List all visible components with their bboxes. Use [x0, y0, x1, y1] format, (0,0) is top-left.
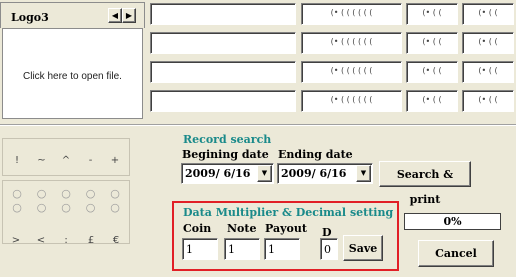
radio-options: (• ( ( [422, 37, 442, 46]
coin-input[interactable]: 1 [182, 238, 218, 260]
next-logo-button[interactable]: ▶ [122, 8, 136, 23]
radio-group-a[interactable]: (• ( ( ( ( ( ( [301, 90, 402, 112]
symbol-plus[interactable]: + [107, 155, 123, 166]
symbol-row: ! ~ ^ - + [9, 155, 123, 166]
prev-logo-button[interactable]: ◀ [108, 8, 122, 23]
radio-option[interactable]: ○ [9, 187, 25, 200]
symbol-colon[interactable]: : [58, 235, 74, 246]
radio-option[interactable]: ○ [107, 201, 123, 214]
end-date-value: 2009/ 6/16 [281, 167, 347, 180]
radio-options: (• ( ( [478, 66, 498, 75]
radio-options: (• ( ( [422, 95, 442, 104]
triangle-down-icon[interactable]: ▼ [257, 165, 272, 182]
symbol-euro[interactable]: € [108, 235, 124, 246]
radio-group-b[interactable]: (• ( ( [406, 90, 458, 112]
cancel-button[interactable]: Cancel [418, 240, 494, 267]
save-button[interactable]: Save [343, 235, 383, 261]
radio-group-a[interactable]: (• ( ( ( ( ( ( [301, 3, 402, 25]
caret-right-icon: ▶ [125, 11, 133, 20]
begin-date-picker[interactable]: 2009/ 6/16 ▼ [181, 163, 274, 184]
begin-date-value: 2009/ 6/16 [185, 167, 251, 180]
symbol-greater[interactable]: > [8, 235, 24, 246]
record-search-title: Record search [182, 133, 273, 146]
coin-label: Coin [183, 222, 212, 235]
radio-option[interactable]: ○ [83, 201, 99, 214]
symbol-row-bottom: > < : £ € [8, 235, 124, 246]
data-multiplier-title: Data Multiplier & Decimal setting [182, 206, 395, 219]
radio-option[interactable]: ○ [34, 201, 50, 214]
caret-left-icon: ◀ [111, 11, 119, 20]
open-file-area[interactable]: Click here to open file. [2, 28, 143, 119]
radio-group-a[interactable]: (• ( ( ( ( ( ( [301, 32, 402, 54]
radio-group-b[interactable]: (• ( ( [406, 61, 458, 83]
end-date-label: Ending date [278, 148, 353, 161]
radio-option[interactable]: ○ [9, 201, 25, 214]
radio-option[interactable]: ○ [58, 187, 74, 200]
symbol-pound[interactable]: £ [83, 235, 99, 246]
radio-options: (• ( ( ( ( ( ( [330, 95, 373, 104]
radio-options: (• ( ( [478, 8, 498, 17]
file-path-field[interactable] [150, 90, 296, 112]
file-path-field[interactable] [150, 61, 296, 83]
radio-options: (• ( ( ( ( ( ( [330, 8, 373, 17]
radio-row: ○ ○ ○ ○ ○ [9, 201, 123, 214]
radio-options: (• ( ( [478, 95, 498, 104]
radio-group-a[interactable]: (• ( ( ( ( ( ( [301, 61, 402, 83]
radio-group-c[interactable]: (• ( ( [462, 3, 514, 25]
begin-date-label: Begining date [182, 148, 269, 161]
radio-options: (• ( ( [422, 66, 442, 75]
triangle-down-icon[interactable]: ▼ [356, 165, 371, 182]
progress-text: 0% [443, 215, 462, 228]
payout-input[interactable]: 1 [264, 238, 300, 260]
end-date-picker[interactable]: 2009/ 6/16 ▼ [277, 163, 373, 184]
radio-options: (• ( ( ( ( ( ( [330, 66, 373, 75]
note-label: Note [227, 222, 257, 235]
radio-options: (• ( ( [422, 8, 442, 17]
radio-option[interactable]: ○ [34, 187, 50, 200]
logo-tab-label: Logo3 [11, 11, 49, 24]
symbol-exclaim[interactable]: ! [9, 155, 25, 166]
symbol-caret[interactable]: ^ [58, 155, 74, 166]
symbol-box-top: ! ~ ^ - + [2, 138, 130, 176]
radio-group-b[interactable]: (• ( ( [406, 3, 458, 25]
section-divider [0, 124, 516, 126]
decimal-input[interactable]: 0 [320, 238, 338, 260]
search-print-button[interactable]: Search & print [379, 161, 471, 206]
radio-group-c[interactable]: (• ( ( [462, 32, 514, 54]
radio-option[interactable]: ○ [58, 201, 74, 214]
note-input[interactable]: 1 [224, 238, 260, 260]
symbol-tilde[interactable]: ~ [34, 155, 50, 166]
radio-options: (• ( ( [478, 37, 498, 46]
file-path-field[interactable] [150, 32, 296, 54]
open-file-text: Click here to open file. [23, 71, 122, 82]
radio-group-c[interactable]: (• ( ( [462, 90, 514, 112]
symbol-less[interactable]: < [33, 235, 49, 246]
radio-group-c[interactable]: (• ( ( [462, 61, 514, 83]
progress-bar: 0% [404, 213, 501, 230]
radio-group-b[interactable]: (• ( ( [406, 32, 458, 54]
radio-option[interactable]: ○ [107, 187, 123, 200]
file-path-field[interactable] [150, 3, 296, 25]
radio-option[interactable]: ○ [83, 187, 99, 200]
logo-tab[interactable]: Logo3 ◀ ▶ [0, 2, 145, 28]
symbol-minus[interactable]: - [83, 155, 99, 166]
radio-row: ○ ○ ○ ○ ○ [9, 187, 123, 200]
payout-label: Payout [265, 222, 307, 235]
radio-options: (• ( ( ( ( ( ( [330, 37, 373, 46]
